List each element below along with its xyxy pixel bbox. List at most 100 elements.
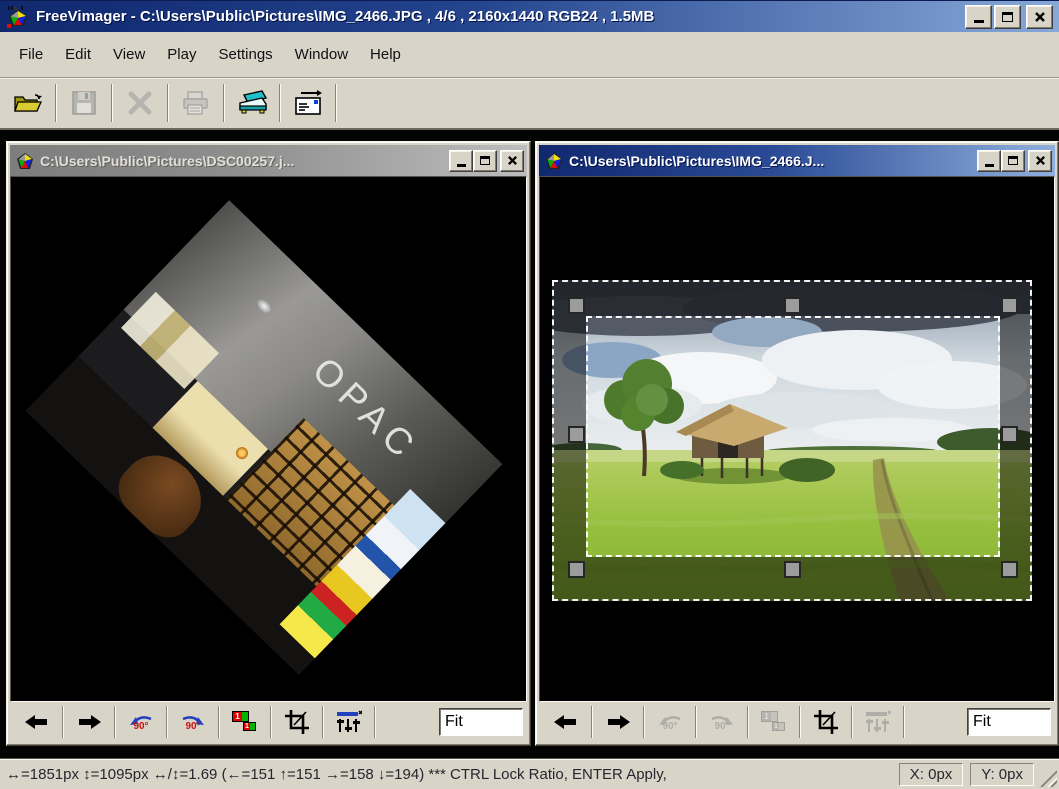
toolbar-separator	[223, 84, 225, 122]
menu-window[interactable]: Window	[284, 41, 359, 68]
menu-play[interactable]: Play	[156, 41, 207, 68]
child-minimize-button[interactable]	[449, 150, 473, 172]
levels-button-disabled[interactable]	[855, 706, 901, 738]
child-titlebar-left[interactable]: C:\Users\Public\Pictures\DSC00257.j...	[10, 145, 527, 176]
maximize-button[interactable]	[994, 5, 1021, 29]
menu-help[interactable]: Help	[359, 41, 412, 68]
crop-icon	[813, 709, 839, 735]
image-canvas-left[interactable]: OPAC	[10, 176, 527, 702]
prev-image-button[interactable]	[543, 706, 589, 738]
minimize-icon	[457, 164, 466, 167]
crop-handle-top-right[interactable]	[1001, 297, 1018, 314]
status-message: ↔=1851px ↕=1095px ↔/↕=1.69 (←=151 ↑=151 …	[6, 766, 892, 783]
rotate-right-button[interactable]: 90°	[170, 706, 216, 738]
maximize-icon	[1002, 12, 1013, 22]
close-icon	[1034, 11, 1046, 23]
child-window-img2466: C:\Users\Public\Pictures\IMG_2466.J...	[535, 141, 1059, 746]
prev-image-button[interactable]	[14, 706, 60, 738]
window-title: FreeVimager - C:\Users\Public\Pictures\I…	[36, 8, 965, 25]
rotated-photo: OPAC	[26, 200, 503, 675]
scan-button[interactable]	[228, 82, 276, 124]
crop-handle-top-center[interactable]	[784, 297, 801, 314]
child-minimize-button[interactable]	[977, 150, 1001, 172]
zoom-input-left[interactable]: Fit	[439, 708, 523, 736]
menu-settings[interactable]: Settings	[207, 41, 283, 68]
menu-bar: File Edit View Play Settings Window Help	[0, 32, 1059, 78]
child-title-left: C:\Users\Public\Pictures\DSC00257.j...	[40, 153, 449, 169]
minimize-icon	[985, 164, 994, 167]
arrow-right-icon	[77, 714, 101, 730]
child-close-button[interactable]	[500, 150, 524, 172]
zoom-input-right[interactable]: Fit	[967, 708, 1051, 736]
menu-view[interactable]: View	[102, 41, 156, 68]
color-swap-icon: 1 1	[761, 710, 787, 734]
print-icon	[181, 89, 211, 117]
crop-handle-middle-left[interactable]	[568, 426, 585, 443]
email-button[interactable]	[284, 82, 332, 124]
arrow-left-icon	[554, 714, 578, 730]
close-button[interactable]	[1026, 5, 1053, 29]
menu-file[interactable]: File	[8, 41, 54, 68]
delete-x-icon	[126, 89, 154, 117]
arrow-right-icon	[606, 714, 630, 730]
child-title-right: C:\Users\Public\Pictures\IMG_2466.J...	[569, 153, 977, 169]
child-close-button[interactable]	[1028, 150, 1052, 172]
crop-handle-top-left[interactable]	[568, 297, 585, 314]
crop-button[interactable]	[274, 706, 320, 738]
rotate-left-button-disabled[interactable]: 90°	[647, 706, 693, 738]
child-toolbar-right: 90° 90° 1 1	[539, 702, 1055, 742]
close-icon	[507, 155, 518, 166]
maximize-icon	[480, 156, 490, 165]
crop-icon	[284, 709, 310, 735]
color-swap-icon: 1 1	[232, 710, 258, 734]
rotate-right-button-disabled[interactable]: 90°	[699, 706, 745, 738]
maximize-icon	[1008, 156, 1018, 165]
status-bar: ↔=1851px ↕=1095px ↔/↕=1.69 (←=151 ↑=151 …	[0, 758, 1059, 789]
status-y-coordinate: Y: 0px	[970, 763, 1034, 786]
color-adjust-button[interactable]: 1 1	[222, 706, 268, 738]
image-canvas-right[interactable]	[539, 176, 1055, 702]
status-x-coordinate: X: 0px	[899, 763, 964, 786]
levels-icon	[865, 710, 891, 734]
crop-handle-middle-right[interactable]	[1001, 426, 1018, 443]
minimize-button[interactable]	[965, 5, 992, 29]
toolbar-separator	[55, 84, 57, 122]
save-button[interactable]	[60, 82, 108, 124]
toolbar-separator	[111, 84, 113, 122]
open-folder-icon	[13, 89, 43, 117]
main-titlebar[interactable]: FreeVimager - C:\Users\Public\Pictures\I…	[0, 0, 1059, 32]
next-image-button[interactable]	[595, 706, 641, 738]
child-maximize-button[interactable]	[1001, 150, 1025, 172]
levels-button[interactable]	[326, 706, 372, 738]
email-icon	[293, 89, 323, 117]
freevimager-doc-icon	[15, 151, 35, 171]
crop-selection[interactable]	[586, 316, 1000, 557]
app-logo-icon	[6, 5, 30, 29]
crop-handle-bottom-left[interactable]	[568, 561, 585, 578]
crop-handle-bottom-center[interactable]	[784, 561, 801, 578]
open-button[interactable]	[4, 82, 52, 124]
crop-button[interactable]	[803, 706, 849, 738]
child-window-dsc00257: C:\Users\Public\Pictures\DSC00257.j... O…	[6, 141, 531, 746]
delete-button[interactable]	[116, 82, 164, 124]
toolbar-separator	[335, 84, 337, 122]
next-image-button[interactable]	[66, 706, 112, 738]
crop-handle-bottom-right[interactable]	[1001, 561, 1018, 578]
color-adjust-button-disabled[interactable]: 1 1	[751, 706, 797, 738]
child-titlebar-right[interactable]: C:\Users\Public\Pictures\IMG_2466.J...	[539, 145, 1055, 176]
toolbar-separator	[167, 84, 169, 122]
menu-edit[interactable]: Edit	[54, 41, 102, 68]
landscape-photo	[552, 280, 1032, 601]
freevimager-window: FreeVimager - C:\Users\Public\Pictures\I…	[0, 0, 1059, 789]
toolbar-separator	[279, 84, 281, 122]
child-toolbar-left: 90° 90° 1 1	[10, 702, 527, 742]
main-toolbar	[0, 78, 1059, 130]
freevimager-doc-icon	[544, 151, 564, 171]
print-button[interactable]	[172, 82, 220, 124]
mdi-workspace: C:\Users\Public\Pictures\DSC00257.j... O…	[0, 130, 1059, 758]
scanner-icon	[236, 89, 268, 117]
rotate-left-button[interactable]: 90°	[118, 706, 164, 738]
save-icon	[70, 89, 98, 117]
resize-grip[interactable]	[1040, 770, 1057, 787]
child-maximize-button[interactable]	[473, 150, 497, 172]
